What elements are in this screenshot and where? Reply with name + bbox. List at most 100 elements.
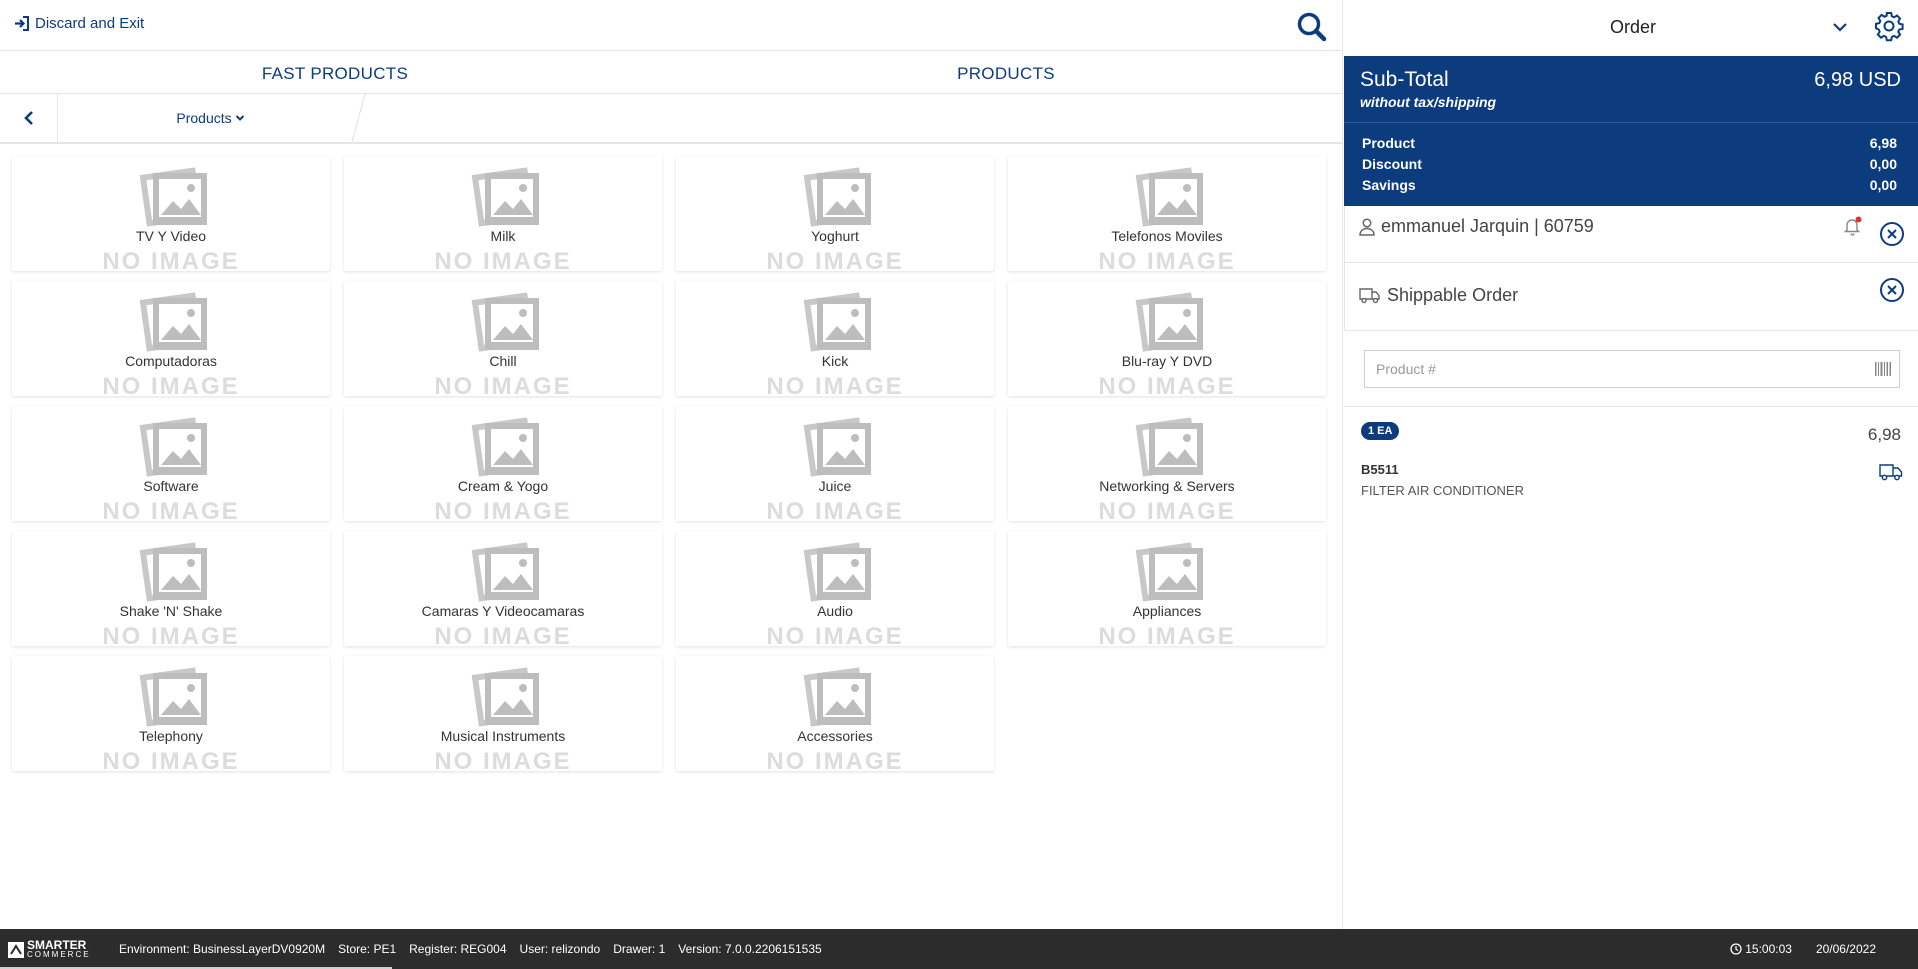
breadcrumb-divider bbox=[351, 94, 366, 142]
no-image-label: NO IMAGE bbox=[434, 623, 572, 646]
breadcrumb-label: Products bbox=[176, 110, 232, 126]
chevron-down-icon bbox=[235, 115, 244, 121]
barcode-icon[interactable] bbox=[1875, 362, 1891, 376]
category-name: Cream & Yogo bbox=[457, 478, 549, 494]
subtotal-amount: 6,98 USD bbox=[1814, 69, 1901, 91]
summary-row-discount: Discount 0,00 bbox=[1362, 156, 1897, 172]
top-toolbar: Discard and Exit bbox=[0, 0, 1342, 51]
category-tile[interactable]: Telefonos Moviles NO IMAGE bbox=[1008, 156, 1326, 271]
category-tile[interactable]: Chill NO IMAGE bbox=[344, 281, 662, 396]
category-tile[interactable]: TV Y Video NO IMAGE bbox=[12, 156, 330, 271]
image-placeholder-icon bbox=[455, 159, 551, 234]
category-tile[interactable]: Shake 'N' Shake NO IMAGE bbox=[12, 531, 330, 646]
discard-and-exit-button[interactable]: Discard and Exit bbox=[14, 15, 144, 32]
category-tile[interactable]: Cream & Yogo NO IMAGE bbox=[344, 406, 662, 521]
category-name: TV Y Video bbox=[135, 228, 207, 244]
no-image-label: NO IMAGE bbox=[766, 373, 904, 396]
category-tile[interactable]: Camaras Y Videocamaras NO IMAGE bbox=[344, 531, 662, 646]
category-name: Audio bbox=[817, 603, 853, 619]
category-tile[interactable]: Computadoras NO IMAGE bbox=[12, 281, 330, 396]
category-name: Kick bbox=[821, 353, 849, 369]
breadcrumb-products[interactable]: Products bbox=[58, 94, 363, 142]
no-image-label: NO IMAGE bbox=[102, 498, 240, 521]
quantity-badge: 1 EA bbox=[1361, 422, 1400, 440]
remove-shipping-icon[interactable] bbox=[1879, 277, 1905, 303]
no-image-label: NO IMAGE bbox=[102, 373, 240, 396]
order-header: Order bbox=[1343, 0, 1918, 56]
image-placeholder-icon bbox=[455, 534, 551, 609]
image-placeholder-icon bbox=[1119, 284, 1215, 359]
line-sku: B5511 bbox=[1361, 462, 1399, 477]
environment-text: Environment: BusinessLayerDV0920M bbox=[119, 942, 326, 956]
shipping-label: Shippable Order bbox=[1359, 285, 1518, 306]
truck-icon bbox=[1879, 464, 1903, 481]
tab-fast-products[interactable]: FAST PRODUCTS bbox=[0, 52, 670, 93]
image-placeholder-icon bbox=[787, 409, 883, 484]
category-tile[interactable]: Appliances NO IMAGE bbox=[1008, 531, 1326, 646]
no-image-label: NO IMAGE bbox=[434, 248, 572, 271]
category-name: Chill bbox=[489, 353, 517, 369]
category-tile[interactable]: Accessories NO IMAGE bbox=[676, 656, 994, 771]
time-text: 15:00:03 bbox=[1745, 942, 1792, 956]
order-panel: Order Sub-Total without tax/shipping 6,9… bbox=[1342, 0, 1918, 929]
product-browser: Discard and Exit FAST PRODUCTS PRODUCTS … bbox=[0, 0, 1342, 929]
drawer-text: Drawer: 1 bbox=[613, 942, 666, 956]
category-tile[interactable]: Blu-ray Y DVD NO IMAGE bbox=[1008, 281, 1326, 396]
chevron-down-icon[interactable] bbox=[1829, 16, 1851, 38]
image-placeholder-icon bbox=[455, 409, 551, 484]
search-icon[interactable] bbox=[1296, 11, 1328, 43]
summary-label: Product bbox=[1362, 135, 1415, 151]
category-name: Shake 'N' Shake bbox=[119, 603, 223, 619]
no-image-label: NO IMAGE bbox=[102, 748, 240, 771]
image-placeholder-icon bbox=[1119, 409, 1215, 484]
status-bar: SMARTER COMMERCE Environment: BusinessLa… bbox=[0, 929, 1918, 969]
order-line-item[interactable]: 1 EA 6,98 B5511 FILTER AIR CONDITIONER bbox=[1344, 408, 1918, 508]
line-price: 6,98 bbox=[1867, 425, 1901, 444]
category-tile[interactable]: Kick NO IMAGE bbox=[676, 281, 994, 396]
shipping-text: Shippable Order bbox=[1387, 285, 1519, 305]
summary-value: 0,00 bbox=[1869, 156, 1897, 172]
summary-row-product: Product 6,98 bbox=[1362, 135, 1897, 151]
no-image-label: NO IMAGE bbox=[766, 248, 904, 271]
summary-value: 6,98 bbox=[1869, 135, 1897, 151]
subtotal-summary: Sub-Total without tax/shipping 6,98 USD … bbox=[1344, 56, 1918, 206]
no-image-label: NO IMAGE bbox=[434, 373, 572, 396]
category-name: Musical Instruments bbox=[440, 728, 566, 744]
product-number-input[interactable] bbox=[1365, 351, 1899, 387]
category-name: Appliances bbox=[1132, 603, 1202, 619]
shipping-row: Shippable Order bbox=[1344, 263, 1918, 331]
bell-icon[interactable] bbox=[1842, 215, 1864, 237]
summary-label: Discount bbox=[1362, 156, 1422, 172]
breadcrumb: Products bbox=[0, 94, 1342, 144]
gear-icon[interactable] bbox=[1873, 10, 1905, 42]
category-name: Yoghurt bbox=[811, 228, 859, 244]
tab-products[interactable]: PRODUCTS bbox=[670, 52, 1342, 93]
summary-value: 0,00 bbox=[1869, 177, 1897, 193]
image-placeholder-icon bbox=[1119, 534, 1215, 609]
back-button[interactable] bbox=[0, 94, 58, 142]
category-tile[interactable]: Software NO IMAGE bbox=[12, 406, 330, 521]
subtotal-note: without tax/shipping bbox=[1360, 94, 1497, 110]
user-text: User: relizondo bbox=[519, 942, 601, 956]
user-icon bbox=[1359, 217, 1375, 236]
image-placeholder-icon bbox=[787, 159, 883, 234]
category-tile[interactable]: Networking & Servers NO IMAGE bbox=[1008, 406, 1326, 521]
remove-customer-icon[interactable] bbox=[1879, 221, 1905, 247]
image-placeholder-icon bbox=[787, 284, 883, 359]
category-tile[interactable]: Musical Instruments NO IMAGE bbox=[344, 656, 662, 771]
customer-name: emmanuel Jarquin | 60759 bbox=[1381, 216, 1594, 236]
no-image-label: NO IMAGE bbox=[766, 623, 904, 646]
category-name: Computadoras bbox=[125, 353, 217, 369]
category-tile[interactable]: Yoghurt NO IMAGE bbox=[676, 156, 994, 271]
category-tile[interactable]: Audio NO IMAGE bbox=[676, 531, 994, 646]
image-placeholder-icon bbox=[123, 659, 219, 734]
no-image-label: NO IMAGE bbox=[766, 498, 904, 521]
category-name: Networking & Servers bbox=[1099, 478, 1235, 494]
category-tile[interactable]: Telephony NO IMAGE bbox=[12, 656, 330, 771]
date-text: 20/06/2022 bbox=[1815, 942, 1876, 956]
no-image-label: NO IMAGE bbox=[1098, 373, 1236, 396]
category-name: Milk bbox=[490, 228, 516, 244]
category-tile[interactable]: Juice NO IMAGE bbox=[676, 406, 994, 521]
customer-name-link[interactable]: emmanuel Jarquin | 60759 bbox=[1359, 216, 1594, 237]
category-tile[interactable]: Milk NO IMAGE bbox=[344, 156, 662, 271]
